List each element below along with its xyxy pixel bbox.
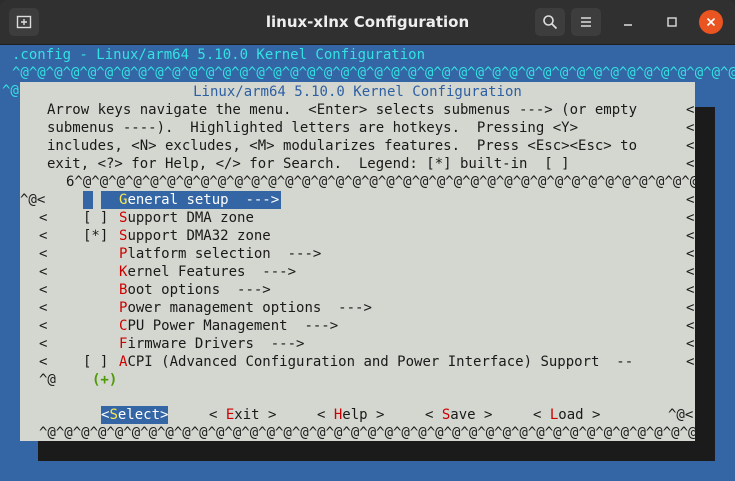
menu-item[interactable]: Boot options --->: [119, 281, 271, 299]
button-rest: oad: [558, 407, 584, 423]
button-post: >: [160, 407, 169, 423]
menu-item-label: irmware Drivers --->: [127, 336, 305, 352]
menu-item-label: latform selection --->: [127, 246, 322, 262]
menu-button[interactable]: [571, 8, 601, 36]
button-select[interactable]: <Select>: [101, 406, 169, 424]
maximize-icon: [667, 17, 677, 27]
right-marker: <: [686, 336, 695, 352]
row-prefix: <: [39, 300, 48, 316]
more-indicator: (+): [92, 372, 118, 388]
right-marker: <: [686, 138, 695, 154]
row-prefix: <: [39, 246, 48, 262]
title-bar: linux-xlnx Configuration: [0, 0, 735, 45]
minimize-icon: [624, 24, 632, 26]
button-post: >: [367, 407, 385, 423]
config-header: .config - Linux/arm64 5.10.0 Kernel Conf…: [12, 47, 426, 63]
row-prefix: <: [39, 210, 48, 226]
button-post: >: [259, 407, 277, 423]
button-rest: xit: [234, 407, 260, 423]
menu-item-label: ernel Features --->: [127, 264, 297, 280]
button-rest: elect: [117, 407, 161, 423]
maximize-button[interactable]: [660, 10, 684, 34]
search-button[interactable]: [535, 8, 565, 36]
menu-item-checkbox[interactable]: [*]: [83, 227, 108, 245]
button-pre: <: [425, 407, 442, 423]
menu-item-label: CPI (Advanced Configuration and Power In…: [127, 354, 634, 370]
terminal-area[interactable]: .config - Linux/arm64 5.10.0 Kernel Conf…: [0, 45, 735, 481]
row-prefix: <: [39, 264, 48, 280]
menu-item-label: oot options --->: [127, 282, 271, 298]
close-button[interactable]: [699, 10, 723, 34]
row-prefix: <: [39, 354, 48, 370]
menu-item[interactable]: ACPI (Advanced Configuration and Power I…: [119, 353, 633, 371]
dialog-title: Linux/arm64 5.10.0 Kernel Configuration: [193, 84, 522, 100]
help-line: submenus ----). Highlighted letters are …: [47, 120, 579, 136]
menu-item[interactable]: Support DMA32 zone: [119, 227, 271, 245]
row-prefix: <: [39, 282, 48, 298]
right-marker: <: [686, 246, 695, 262]
right-marker: <: [686, 354, 695, 370]
menu-item-label: upport DMA32 zone: [127, 228, 271, 244]
button-pre: <: [209, 407, 226, 423]
help-line: Arrow keys navigate the menu. <Enter> se…: [47, 102, 638, 118]
button-load[interactable]: < Load >: [533, 406, 600, 424]
right-marker: <: [686, 120, 695, 136]
menu-top-border: 6^@^@^@^@^@^@^@^@^@^@^@^@^@^@^@^@^@^@^@^…: [66, 174, 695, 190]
right-marker: <: [686, 210, 695, 226]
caret-short: ^@: [2, 83, 19, 99]
button-pre: <: [533, 407, 550, 423]
row-prefix: <: [39, 336, 48, 352]
right-marker: <: [686, 300, 695, 316]
button-exit[interactable]: < Exit >: [209, 406, 276, 424]
menu-bottom-border: ^@^@^@^@^@^@^@^@^@^@^@^@^@^@^@^@^@^@^@^@…: [39, 425, 695, 441]
more-prefix: ^@: [39, 372, 56, 388]
menu-item-label: PU Power Management --->: [127, 318, 339, 334]
menu-item-label: upport DMA zone: [127, 210, 254, 226]
button-save[interactable]: < Save >: [425, 406, 492, 424]
menu-item-checkbox[interactable]: [ ]: [83, 353, 108, 371]
right-marker: <: [686, 264, 695, 280]
menu-item[interactable]: Support DMA zone: [119, 209, 254, 227]
menu-item[interactable]: General setup --->: [101, 191, 282, 209]
terminal-window: linux-xlnx Configuration .config - Linux…: [0, 0, 735, 481]
right-marker: <: [686, 156, 695, 172]
button-tail: ^@<: [668, 407, 694, 423]
right-marker: <: [686, 318, 695, 334]
cursor-block: [83, 191, 93, 209]
right-marker: <: [686, 282, 695, 298]
button-hot: S: [109, 407, 118, 423]
row-prefix: <: [39, 318, 48, 334]
help-line: exit, <?> for Help, </> for Search. Lege…: [47, 156, 570, 172]
right-marker: <: [686, 228, 695, 244]
button-help[interactable]: < Help >: [317, 406, 384, 424]
row-prefix: ^@<: [20, 192, 46, 208]
menu-item-checkbox[interactable]: [ ]: [83, 209, 108, 227]
menu-item[interactable]: Firmware Drivers --->: [119, 335, 304, 353]
menu-item[interactable]: Power management options --->: [119, 299, 372, 317]
right-marker: <: [686, 192, 695, 208]
menu-item[interactable]: Kernel Features --->: [119, 263, 296, 281]
menu-item[interactable]: Platform selection --->: [119, 245, 321, 263]
menuconfig-dialog: Linux/arm64 5.10.0 Kernel Configuration …: [20, 82, 695, 441]
row-prefix: <: [39, 228, 48, 244]
caret-line: ^@^@^@^@^@^@^@^@^@^@^@^@^@^@^@^@^@^@^@^@…: [12, 65, 735, 81]
minimize-button[interactable]: [616, 10, 640, 34]
button-post: >: [475, 407, 493, 423]
button-post: >: [583, 407, 601, 423]
dialog-shadow-bottom: [38, 441, 715, 461]
search-icon: [543, 15, 558, 30]
menu-item[interactable]: CPU Power Management --->: [119, 317, 338, 335]
button-rest: elp: [342, 407, 368, 423]
menu-item-label: ower management options --->: [127, 300, 372, 316]
right-marker: <: [686, 102, 695, 118]
hamburger-icon: [581, 17, 591, 27]
menu-item-label: eneral setup --->: [127, 192, 280, 208]
close-icon: [706, 17, 716, 27]
button-rest: ave: [450, 407, 476, 423]
button-pre: <: [317, 407, 334, 423]
dialog-shadow-right: [695, 107, 715, 461]
help-line: includes, <N> excludes, <M> modularizes …: [47, 138, 638, 154]
